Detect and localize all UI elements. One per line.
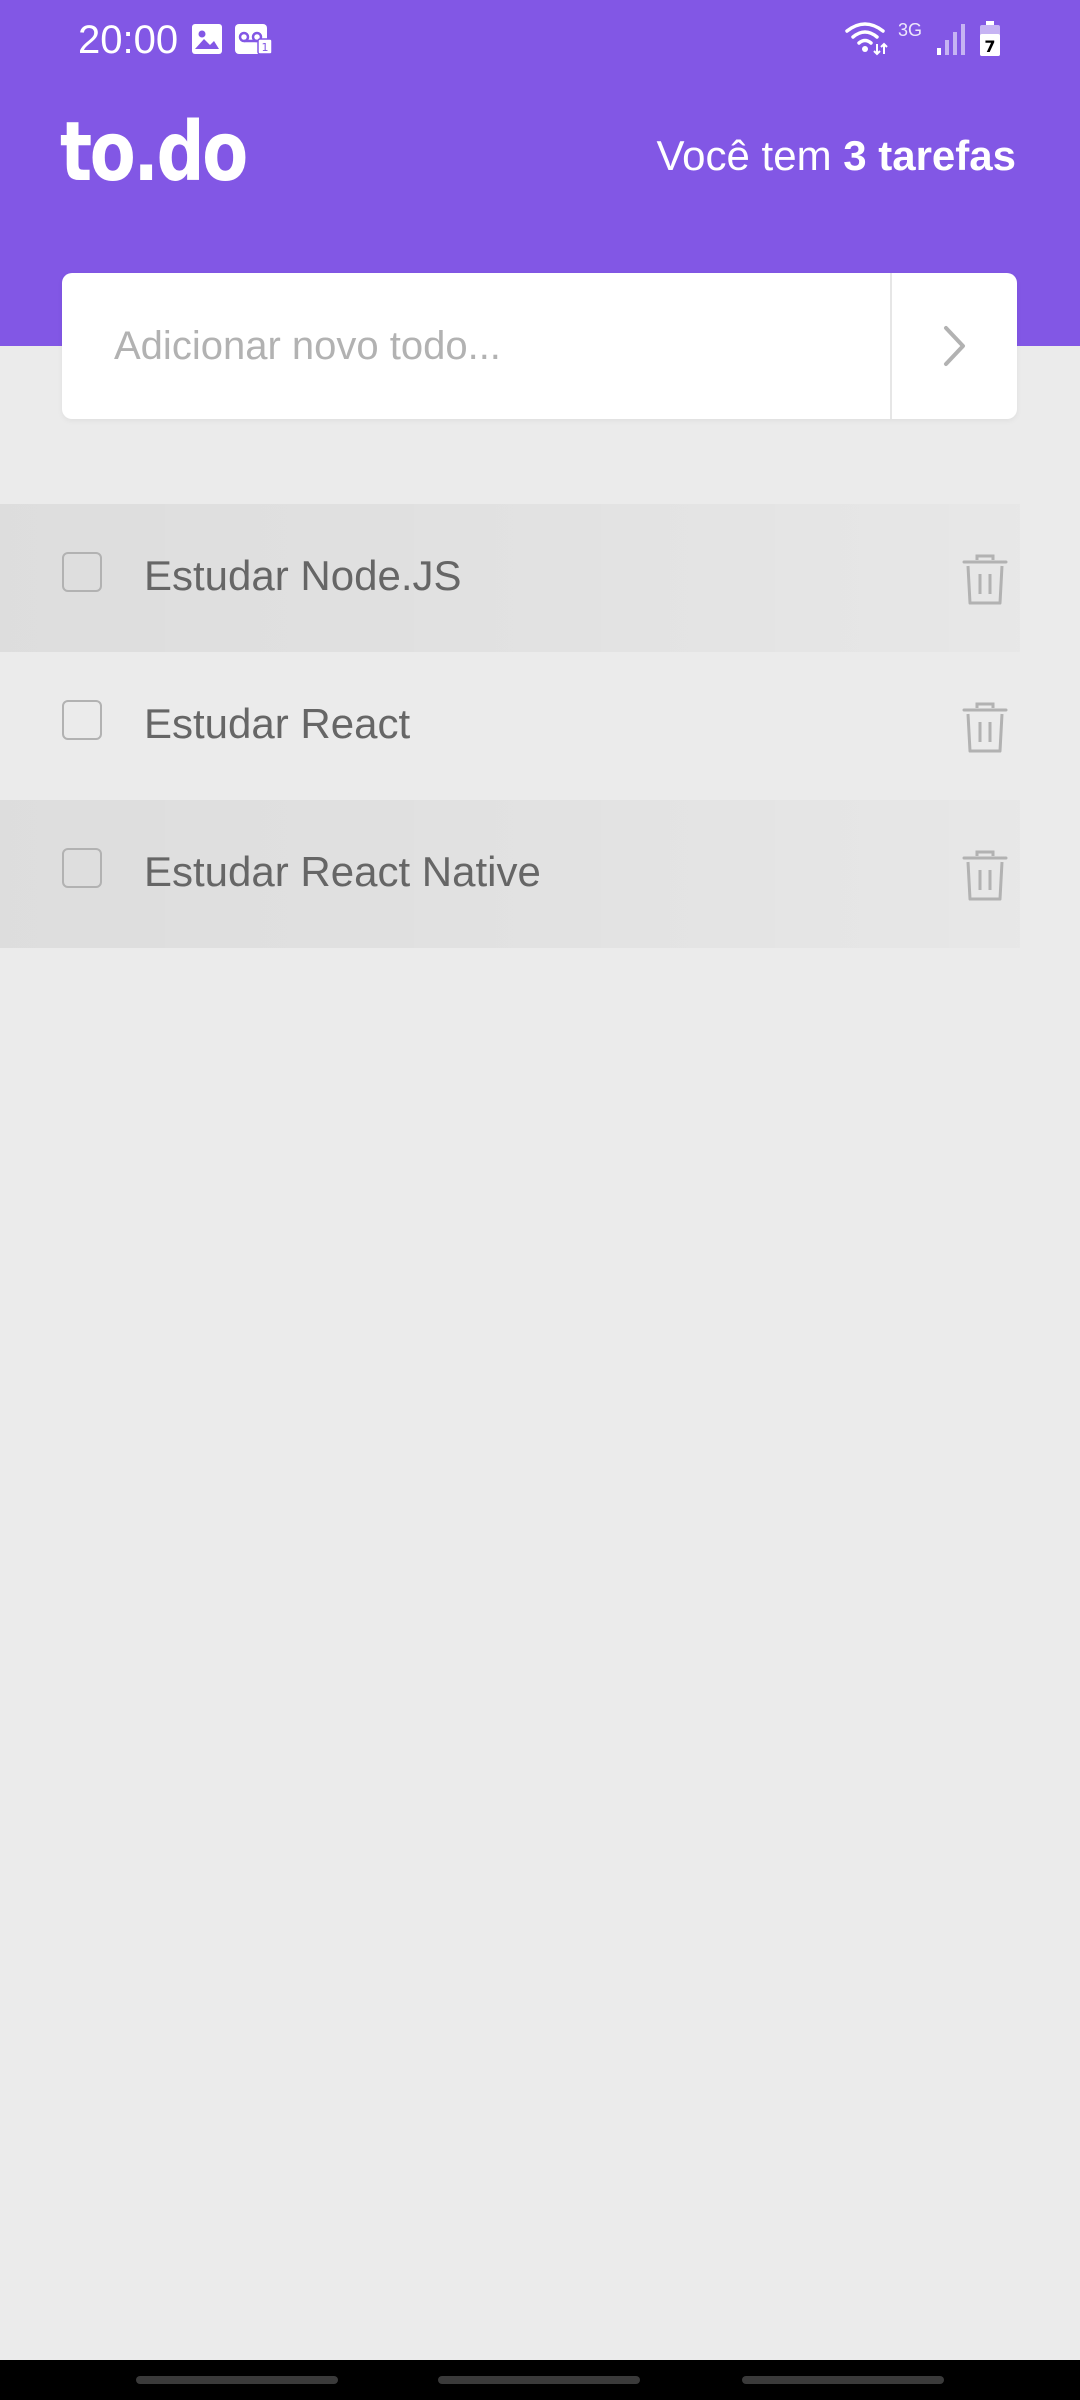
trash-icon[interactable] bbox=[962, 850, 1008, 902]
status-time: 20:00 bbox=[78, 18, 179, 62]
task-item: Estudar Node.JS bbox=[0, 504, 1020, 652]
task-item: Estudar React Native bbox=[0, 800, 1020, 948]
task-list: Estudar Node.JS Estudar React Estudar Re… bbox=[0, 504, 1020, 948]
task-checkbox[interactable] bbox=[62, 848, 102, 888]
task-counter: Você tem 3 tarefas bbox=[656, 128, 1016, 184]
voicemail-icon: 1 bbox=[235, 24, 273, 55]
chevron-right-icon bbox=[943, 326, 965, 366]
task-checkbox[interactable] bbox=[62, 552, 102, 592]
new-todo-input[interactable] bbox=[62, 273, 888, 419]
network-type-label: 3G bbox=[898, 20, 923, 40]
task-counter-prefix: Você tem bbox=[656, 132, 844, 179]
svg-text:1: 1 bbox=[262, 41, 269, 54]
app-logo: to.do bbox=[60, 105, 248, 200]
nav-back[interactable] bbox=[742, 2376, 944, 2384]
nav-recent-apps[interactable] bbox=[136, 2376, 338, 2384]
system-nav-bar bbox=[0, 2360, 1080, 2400]
task-title[interactable]: Estudar Node.JS bbox=[144, 550, 462, 602]
nav-home[interactable] bbox=[438, 2376, 640, 2384]
add-todo-button[interactable] bbox=[890, 273, 1017, 419]
task-item: Estudar React bbox=[0, 652, 1020, 800]
task-checkbox[interactable] bbox=[62, 700, 102, 740]
trash-icon[interactable] bbox=[962, 554, 1008, 606]
signal-icon bbox=[937, 24, 965, 55]
battery-icon: 7 bbox=[980, 21, 1000, 56]
trash-icon[interactable] bbox=[962, 702, 1008, 754]
battery-level: 7 bbox=[984, 37, 995, 56]
image-icon bbox=[192, 24, 222, 54]
wifi-icon bbox=[845, 22, 888, 56]
task-counter-value: 3 tarefas bbox=[843, 132, 1016, 179]
task-title[interactable]: Estudar React Native bbox=[144, 846, 541, 898]
new-todo-form bbox=[62, 273, 1017, 419]
status-bar: 20:00 1 3G 7 bbox=[0, 0, 1080, 80]
task-title[interactable]: Estudar React bbox=[144, 698, 410, 750]
